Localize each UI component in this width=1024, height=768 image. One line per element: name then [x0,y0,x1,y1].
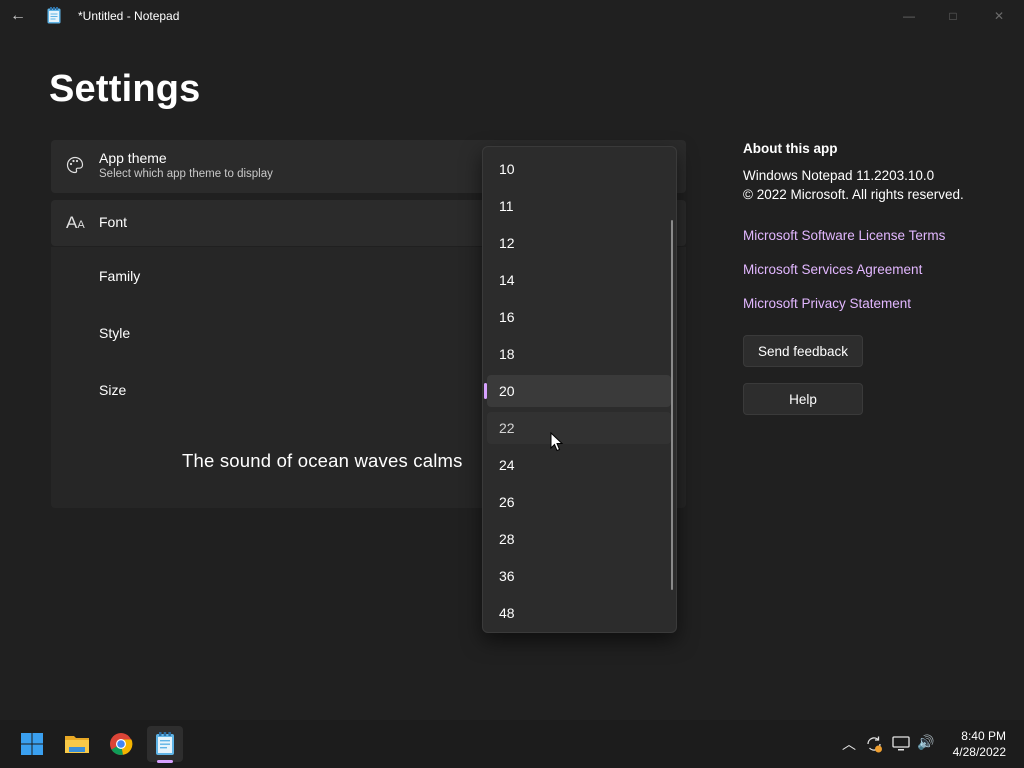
notepad-taskbar-button[interactable] [147,726,183,762]
send-feedback-button[interactable]: Send feedback [743,335,863,367]
windows-start-icon [21,733,43,755]
time: 8:40 PM [961,729,1006,743]
app-version: Windows Notepad 11.2203.10.0 [743,168,935,183]
dropdown-scrollbar[interactable] [671,220,673,590]
chevron-up-icon: ︿ [842,736,856,752]
file-explorer-icon [65,736,89,753]
size-option[interactable]: 22 [487,412,671,444]
size-option[interactable]: 24 [487,449,671,481]
size-option[interactable]: 11 [487,190,671,222]
minimize-button[interactable]: — [886,0,932,32]
back-arrow-icon: ← [10,7,26,24]
services-agreement-link[interactable]: Microsoft Services Agreement [743,262,922,277]
volume-icon[interactable]: 🔊 [917,734,934,751]
active-app-indicator [157,760,173,763]
size-option[interactable]: 20 [487,375,671,407]
close-button[interactable]: ✕ [976,0,1022,32]
size-option[interactable]: 18 [487,338,671,370]
font-style-label: Style [99,325,131,341]
palette-icon [66,156,84,174]
maximize-icon: □ [949,9,957,23]
sync-icon[interactable] [865,735,883,753]
privacy-statement-link[interactable]: Microsoft Privacy Statement [743,296,911,311]
font-size-label: Size [99,382,127,398]
copyright: © 2022 Microsoft. All rights reserved. [743,187,964,202]
size-option[interactable]: 48 [487,597,671,629]
mouse-cursor-icon [550,432,564,452]
font-preview-text: The sound of ocean waves calms [182,450,463,471]
close-icon: ✕ [993,9,1005,23]
maximize-button[interactable]: □ [930,0,976,32]
font-family-label: Family [99,268,141,284]
file-explorer-button[interactable] [59,726,95,762]
size-option[interactable]: 12 [487,227,671,259]
license-terms-link[interactable]: Microsoft Software License Terms [743,228,945,243]
chrome-button[interactable] [103,726,139,762]
page-title: Settings [49,68,201,110]
help-button[interactable]: Help [743,383,863,415]
size-option[interactable]: 36 [487,560,671,592]
size-option[interactable]: 10 [487,153,671,185]
minimize-icon: — [903,9,915,23]
show-hidden-icons-button[interactable]: ︿ [842,734,856,754]
size-option[interactable]: 16 [487,301,671,333]
network-icon[interactable] [892,736,910,752]
app-theme-title: App theme [99,150,167,166]
chrome-icon [110,733,133,755]
notepad-icon [47,7,61,24]
font-size-dropdown[interactable]: 10 11 12 14 16 18 20 22 24 26 28 36 48 [482,146,677,633]
about-heading: About this app [743,141,838,156]
size-option[interactable]: 26 [487,486,671,518]
size-option[interactable]: 28 [487,523,671,555]
date: 4/28/2022 [952,745,1006,759]
clock[interactable]: 8:40 PM 4/28/2022 [953,728,1006,760]
app-theme-subtitle: Select which app theme to display [99,168,273,180]
start-button[interactable] [14,726,50,762]
back-button[interactable]: ← [4,2,32,30]
font-icon: AA [66,213,85,232]
size-option[interactable]: 14 [487,264,671,296]
window-title: *Untitled - Notepad [78,9,180,23]
font-title: Font [99,214,128,230]
notepad-icon [156,732,174,755]
